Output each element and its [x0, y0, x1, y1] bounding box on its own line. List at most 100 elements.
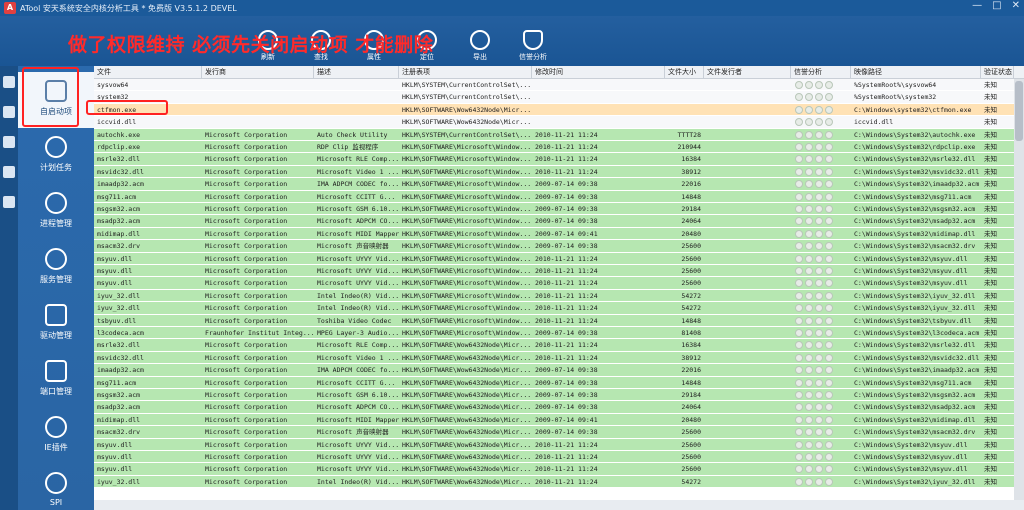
- column-header[interactable]: 信誉分析: [791, 66, 851, 79]
- cell-verify: 未知: [984, 254, 997, 263]
- cell-size: [665, 91, 704, 103]
- table-row[interactable]: ctfmon.exe HKLM\SOFTWARE\Wow6432Node\Micr…: [94, 103, 1024, 117]
- cell-path: C:\Windows\System32\imaadp32.acm: [854, 180, 980, 189]
- cell-path: iccvid.dll: [854, 118, 894, 127]
- cell-publisher: Microsoft Corporation: [205, 304, 288, 313]
- cell-path: C:\Windows\System32\msg711.acm: [854, 192, 972, 201]
- table-row[interactable]: msgsm32.acm Microsoft Corporation Microsof…: [94, 389, 1024, 402]
- table-row[interactable]: system32 HKLM\SYSTEM\CurrentControlSet\..…: [94, 91, 1024, 104]
- column-header[interactable]: 描述: [314, 66, 399, 79]
- reputation-dot-icon: [825, 155, 833, 164]
- table-row[interactable]: msg711.acm Microsoft Corporation Microsoft…: [94, 190, 1024, 203]
- table-row[interactable]: msvidc32.dll Microsoft Corporation Microso…: [94, 351, 1024, 365]
- cell-path: C:\Windows\System32\msadp32.acm: [854, 217, 976, 226]
- table-row[interactable]: l3codeca.acm Fraunhofer Institut Integ...…: [94, 327, 1024, 340]
- column-header[interactable]: 文件: [94, 66, 202, 79]
- cell-reg: HKLM\SOFTWARE\Wow6432Node\Micr...: [402, 366, 532, 375]
- table-row[interactable]: iyuv_32.dll Microsoft Corporation Intel In…: [94, 289, 1024, 303]
- rail-tool-icon[interactable]: [3, 76, 15, 88]
- horizontal-scrollbar[interactable]: [94, 500, 1024, 510]
- sidebar-item-scheduled-tasks[interactable]: 计划任务: [18, 128, 94, 184]
- table-row[interactable]: msrle32.dll Microsoft Corporation Microsof…: [94, 153, 1024, 166]
- rail-briefcase-icon[interactable]: [3, 106, 15, 118]
- reputation-indicators: [795, 155, 833, 164]
- column-header[interactable]: 注册表项: [399, 66, 532, 79]
- table-row[interactable]: imaadp32.acm Microsoft Corporation IMA ADP…: [94, 178, 1024, 191]
- column-header[interactable]: 文件大小: [665, 66, 704, 79]
- rail-windows-icon[interactable]: [3, 136, 15, 148]
- sidebar-item-ports[interactable]: 端口管理: [18, 352, 94, 408]
- cell-desc: Microsoft CCITT G...: [317, 378, 396, 387]
- table-row[interactable]: midimap.dll Microsoft Corporation Microsof…: [94, 227, 1024, 241]
- cell-file: msyuv.dll: [97, 267, 133, 275]
- cell-time: 2009-07-14 09:38: [535, 192, 598, 201]
- reputation-indicators: [795, 130, 833, 139]
- rail-grid-icon[interactable]: [3, 196, 15, 208]
- cell-verify: 未知: [984, 130, 997, 139]
- column-header[interactable]: 映像路径: [851, 66, 981, 79]
- cell-reg: HKLM\SOFTWARE\Wow6432Node\Micr...: [402, 353, 532, 362]
- sidebar-item-label: 进程管理: [40, 219, 72, 228]
- table-row[interactable]: iccvid.dll HKLM\SOFTWARE\Wow6432Node\Micr…: [94, 116, 1024, 129]
- reputation-dot-icon: [825, 316, 833, 325]
- table-row[interactable]: iyuv_32.dll Microsoft Corporation Intel In…: [94, 475, 1024, 489]
- table-row[interactable]: msrle32.dll Microsoft Corporation Microsof…: [94, 339, 1024, 352]
- table-row[interactable]: tsbyuv.dll Microsoft Corporation Toshiba V…: [94, 314, 1024, 327]
- table-row[interactable]: msyuv.dll Microsoft Corporation Microsoft …: [94, 438, 1024, 451]
- vertical-scrollbar[interactable]: [1014, 79, 1024, 510]
- reputation-analysis-button[interactable]: 信誉分析: [508, 30, 558, 62]
- table-row[interactable]: midimap.dll Microsoft Corporation Microsof…: [94, 413, 1024, 427]
- sidebar-item-label: 端口管理: [40, 387, 72, 396]
- table-row[interactable]: msyuv.dll Microsoft Corporation Microsoft …: [94, 463, 1024, 476]
- minimize-button[interactable]: —: [972, 0, 982, 11]
- cell-file: iyuv_32.dll: [97, 291, 141, 300]
- reputation-dot-icon: [815, 279, 823, 288]
- table-row[interactable]: msadp32.acm Microsoft Corporation Microsof…: [94, 401, 1024, 414]
- close-button[interactable]: ✕: [1012, 0, 1020, 11]
- table-row[interactable]: rdpclip.exe Microsoft Corporation RDP Clip…: [94, 141, 1024, 154]
- cell-issuer: [704, 129, 791, 141]
- table-row[interactable]: msacm32.drv Microsoft Corporation Microsof…: [94, 426, 1024, 439]
- reputation-dot-icon: [815, 180, 823, 189]
- sidebar-item-ie-plugins[interactable]: IE插件: [18, 408, 94, 464]
- cell-path: C:\Windows\System32\msacm32.drv: [854, 242, 976, 251]
- column-header[interactable]: 验证状态: [981, 66, 1014, 79]
- table-row[interactable]: msvidc32.dll Microsoft Corporation Microso…: [94, 165, 1024, 179]
- table-row[interactable]: imaadp32.acm Microsoft Corporation IMA ADP…: [94, 364, 1024, 377]
- sidebar-item-drivers[interactable]: 驱动管理: [18, 296, 94, 352]
- table-row[interactable]: msyuv.dll Microsoft Corporation Microsoft …: [94, 252, 1024, 265]
- table-row[interactable]: autochk.exe Microsoft Corporation Auto Che…: [94, 128, 1024, 141]
- reputation-dot-icon: [805, 341, 813, 350]
- export-button[interactable]: 导出: [455, 30, 505, 62]
- reputation-dot-icon: [795, 403, 803, 412]
- reputation-dot-icon: [795, 180, 803, 189]
- scrollbar-thumb[interactable]: [1015, 81, 1023, 141]
- sidebar-item-spi[interactable]: SPI: [18, 464, 94, 510]
- table-row[interactable]: msg711.acm Microsoft Corporation Microsoft…: [94, 376, 1024, 389]
- table-row[interactable]: sysvow64 HKLM\SYSTEM\CurrentControlSet\..…: [94, 79, 1024, 92]
- reputation-dot-icon: [825, 453, 833, 461]
- rail-document-icon[interactable]: [3, 166, 15, 178]
- table-row[interactable]: msgsm32.acm Microsoft Corporation Microsof…: [94, 203, 1024, 216]
- cell-file: msg711.acm: [97, 378, 137, 387]
- table-row[interactable]: iyuv_32.dll Microsoft Corporation Intel In…: [94, 302, 1024, 315]
- reputation-indicators: [795, 242, 833, 251]
- cell-reg: HKLM\SOFTWARE\Wow6432Node\Micr...: [402, 477, 532, 486]
- table-row[interactable]: msacm32.drv Microsoft Corporation Microsof…: [94, 240, 1024, 253]
- column-header[interactable]: 修改时间: [532, 66, 665, 79]
- reputation-dot-icon: [815, 143, 823, 151]
- table-row[interactable]: msyuv.dll Microsoft Corporation Microsoft …: [94, 451, 1024, 464]
- table-row[interactable]: msyuv.dll Microsoft Corporation Microsoft …: [94, 277, 1024, 290]
- reputation-dot-icon: [825, 205, 833, 213]
- reputation-dot-icon: [805, 130, 813, 139]
- cell-path: C:\Windows\System32\msg711.acm: [854, 378, 972, 387]
- reputation-dot-icon: [815, 205, 823, 213]
- reputation-dot-icon: [795, 267, 803, 275]
- sidebar-item-services[interactable]: 服务管理: [18, 240, 94, 296]
- column-header[interactable]: 发行商: [202, 66, 314, 79]
- table-row[interactable]: msyuv.dll Microsoft Corporation Microsoft …: [94, 265, 1024, 278]
- sidebar-item-processes[interactable]: 进程管理: [18, 184, 94, 240]
- maximize-button[interactable]: □: [992, 0, 1001, 11]
- table-row[interactable]: msadp32.acm Microsoft Corporation Microsof…: [94, 215, 1024, 228]
- column-header[interactable]: 文件发行者: [704, 66, 791, 79]
